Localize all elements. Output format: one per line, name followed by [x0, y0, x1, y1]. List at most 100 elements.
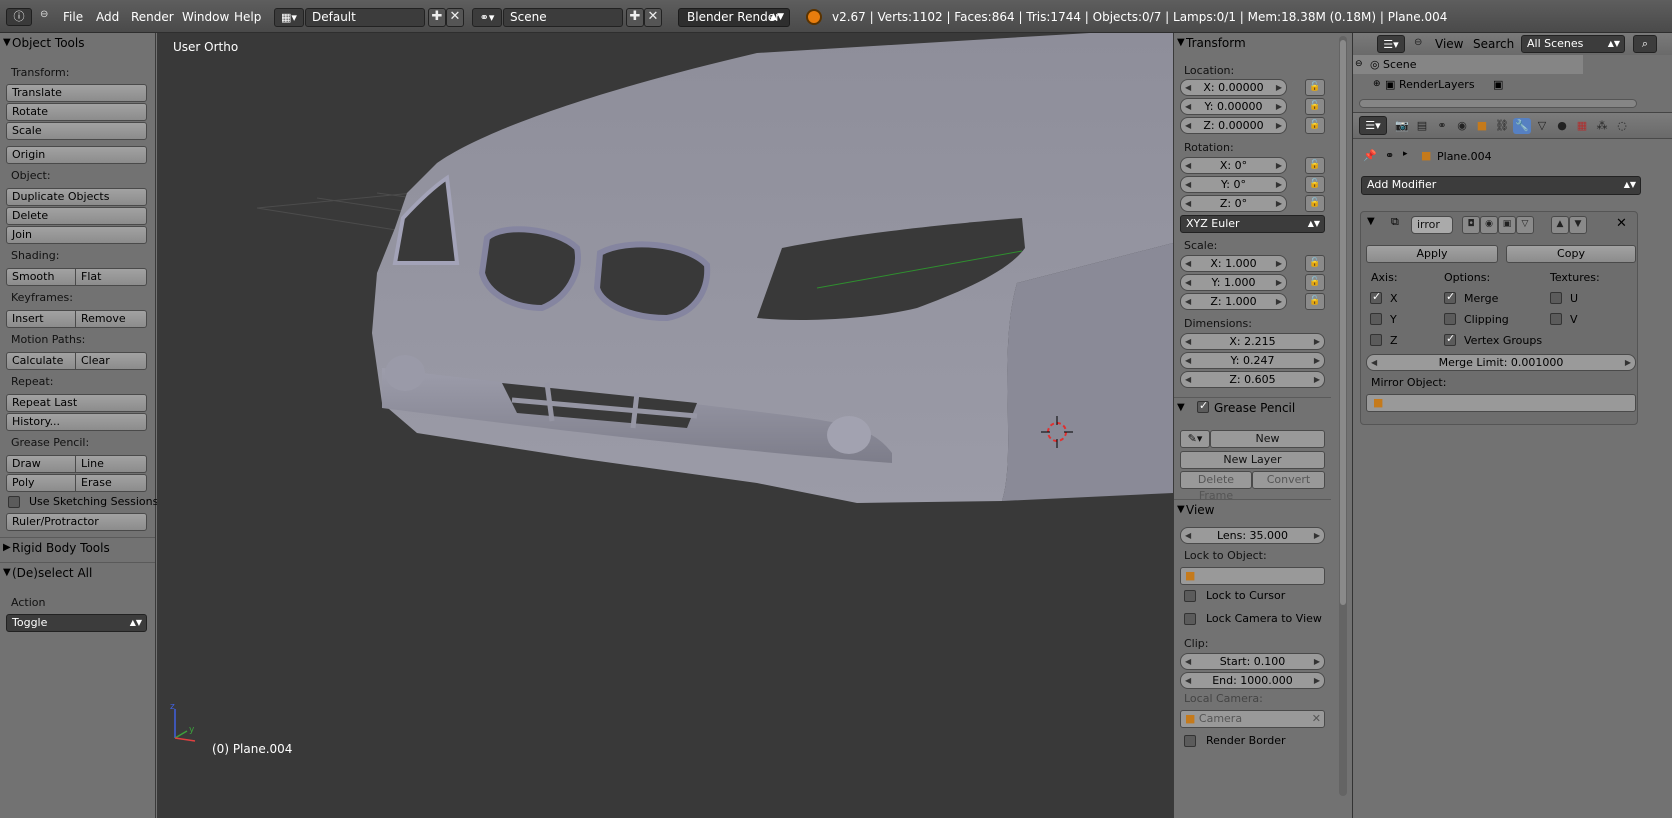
dimension-z-field[interactable]: ◀ Z: 0.605 ▶	[1180, 371, 1325, 388]
menu-file[interactable]: File	[63, 10, 83, 24]
add-scene-button[interactable]: ✚	[626, 8, 644, 27]
lock-icon[interactable]: 🔓	[1305, 255, 1325, 272]
scale-button[interactable]: Scale	[6, 122, 147, 140]
material-context-icon[interactable]: ●	[1553, 118, 1571, 134]
rotation-x-field[interactable]: ◀ X: 0° ▶	[1180, 157, 1287, 174]
menu-help[interactable]: Help	[234, 10, 261, 24]
modifier-name-field[interactable]: irror	[1411, 216, 1453, 234]
editmode-toggle-icon[interactable]: ▣	[1498, 216, 1516, 234]
texture-context-icon[interactable]: ▦	[1573, 118, 1591, 134]
scene-context-icon[interactable]: ⚭	[1433, 118, 1451, 134]
new-datablock-button[interactable]: New	[1210, 430, 1325, 448]
location-y-field[interactable]: ◀ Y: 0.00000 ▶	[1180, 98, 1287, 115]
rigid-body-panel-header[interactable]: ▶ Rigid Body Tools	[0, 537, 155, 557]
lock-object-field[interactable]: ■	[1180, 567, 1325, 585]
origin-button[interactable]: Origin	[6, 146, 147, 164]
physics-context-icon[interactable]: ◌	[1613, 118, 1631, 134]
modifiers-context-icon[interactable]: 🔧	[1513, 118, 1531, 134]
location-z-field[interactable]: ◀ Z: 0.00000 ▶	[1180, 117, 1287, 134]
collapse-triangle-icon[interactable]: ▼	[1367, 216, 1375, 227]
merge-checkbox[interactable]	[1444, 290, 1456, 304]
use-sketching-checkbox[interactable]	[8, 496, 20, 508]
clear-icon[interactable]: ✕	[1312, 711, 1321, 727]
move-up-icon[interactable]: ▲	[1551, 216, 1569, 234]
vertex-groups-checkbox[interactable]	[1444, 332, 1456, 346]
scrollbar-thumb[interactable]	[1340, 40, 1346, 605]
world-context-icon[interactable]: ◉	[1453, 118, 1471, 134]
scale-x-field[interactable]: ◀ X: 1.000 ▶	[1180, 255, 1287, 272]
convert-button[interactable]: Convert	[1252, 471, 1325, 489]
rotation-z-field[interactable]: ◀ Z: 0° ▶	[1180, 195, 1287, 212]
scene-dropdown[interactable]: ⚭▾	[472, 8, 502, 27]
action-dropdown[interactable]: Toggle ▲▼	[6, 614, 147, 632]
collapse-icon[interactable]: ⊖	[1355, 55, 1363, 74]
outliner-row-renderlayers[interactable]: ⊕ ▣ RenderLayers ▣	[1373, 75, 1672, 94]
ruler-protractor-button[interactable]: Ruler/Protractor	[6, 513, 147, 531]
menu-window[interactable]: Window	[182, 10, 229, 24]
line-button[interactable]: Line	[76, 455, 147, 473]
repeat-last-button[interactable]: Repeat Last	[6, 394, 147, 412]
erase-button[interactable]: Erase	[76, 474, 147, 492]
rotate-button[interactable]: Rotate	[6, 103, 147, 121]
draw-button[interactable]: Draw	[6, 455, 76, 473]
duplicate-objects-button[interactable]: Duplicate Objects	[6, 188, 147, 206]
add-modifier-dropdown[interactable]: Add Modifier ▲▼	[1361, 176, 1641, 195]
delete-screen-button[interactable]: ✕	[446, 8, 464, 27]
collapse-menus-icon[interactable]: ⊖	[1414, 37, 1422, 48]
object-context-icon[interactable]: ■	[1473, 118, 1491, 134]
lock-icon[interactable]: 🔓	[1305, 157, 1325, 174]
axis-z-checkbox[interactable]	[1370, 334, 1382, 346]
lock-icon[interactable]: 🔓	[1305, 293, 1325, 310]
apply-button[interactable]: Apply	[1366, 245, 1498, 263]
scale-y-field[interactable]: ◀ Y: 1.000 ▶	[1180, 274, 1287, 291]
axis-y-checkbox[interactable]	[1370, 313, 1382, 325]
properties-editor-type-button[interactable]: ☰▾	[1359, 116, 1387, 135]
n-panel-scrollbar[interactable]	[1339, 36, 1347, 796]
rotation-y-field[interactable]: ◀ Y: 0° ▶	[1180, 176, 1287, 193]
constraints-context-icon[interactable]: ⛓	[1493, 118, 1511, 134]
remove-keyframe-button[interactable]: Remove	[76, 310, 147, 328]
lock-icon[interactable]: 🔓	[1305, 117, 1325, 134]
merge-limit-field[interactable]: ◀ Merge Limit: 0.001000 ▶	[1366, 354, 1636, 371]
deselect-all-panel-header[interactable]: ▼ (De)select All	[0, 562, 155, 582]
screen-layout-field[interactable]: Default	[305, 8, 425, 27]
expand-icon[interactable]: ⊕	[1373, 75, 1381, 94]
delete-frame-button[interactable]: Delete Frame	[1180, 471, 1252, 502]
delete-scene-button[interactable]: ✕	[644, 8, 662, 27]
cage-toggle-icon[interactable]: ▽	[1516, 216, 1534, 234]
outliner-search-icon[interactable]: ⌕	[1633, 35, 1657, 53]
copy-button[interactable]: Copy	[1506, 245, 1636, 263]
flat-button[interactable]: Flat	[76, 268, 147, 286]
outliner-menu-search[interactable]: Search	[1473, 37, 1514, 51]
delete-button[interactable]: Delete	[6, 207, 147, 225]
clip-start-field[interactable]: ◀ Start: 0.100 ▶	[1180, 653, 1325, 670]
add-screen-button[interactable]: ✚	[428, 8, 446, 27]
calculate-paths-button[interactable]: Calculate	[6, 352, 76, 370]
outliner-horizontal-scrollbar[interactable]	[1359, 99, 1637, 108]
outliner-filter-dropdown[interactable]: All Scenes ▲▼	[1521, 35, 1625, 53]
rotation-mode-dropdown[interactable]: XYZ Euler ▲▼	[1180, 215, 1325, 233]
insert-keyframe-button[interactable]: Insert	[6, 310, 76, 328]
texture-v-checkbox[interactable]	[1550, 313, 1562, 325]
lock-icon[interactable]: 🔓	[1305, 274, 1325, 291]
scale-z-field[interactable]: ◀ Z: 1.000 ▶	[1180, 293, 1287, 310]
lock-icon[interactable]: 🔓	[1305, 195, 1325, 212]
scene-field[interactable]: Scene	[503, 8, 623, 27]
outliner-row-scene[interactable]: ⊖ ◎ Scene	[1353, 55, 1583, 74]
lock-icon[interactable]: 🔓	[1305, 98, 1325, 115]
local-camera-field[interactable]: ■ Camera ✕	[1180, 710, 1325, 728]
collapse-menus-icon[interactable]: ⊖	[40, 9, 48, 20]
dimension-y-field[interactable]: ◀ Y: 0.247 ▶	[1180, 352, 1325, 369]
grease-pencil-enable-checkbox[interactable]	[1197, 399, 1209, 413]
render-engine-dropdown[interactable]: Blender Render ▲▼	[678, 8, 790, 27]
history-button[interactable]: History...	[6, 413, 147, 431]
menu-add[interactable]: Add	[96, 10, 119, 24]
view-panel-header[interactable]: ▼ View	[1174, 499, 1331, 519]
join-button[interactable]: Join	[6, 226, 147, 244]
menu-render[interactable]: Render	[131, 10, 174, 24]
dimension-x-field[interactable]: ◀ X: 2.215 ▶	[1180, 333, 1325, 350]
viewport-toggle-icon[interactable]: ◉	[1480, 216, 1498, 234]
smooth-button[interactable]: Smooth	[6, 268, 76, 286]
lock-camera-checkbox[interactable]	[1184, 613, 1196, 625]
clear-paths-button[interactable]: Clear	[76, 352, 147, 370]
